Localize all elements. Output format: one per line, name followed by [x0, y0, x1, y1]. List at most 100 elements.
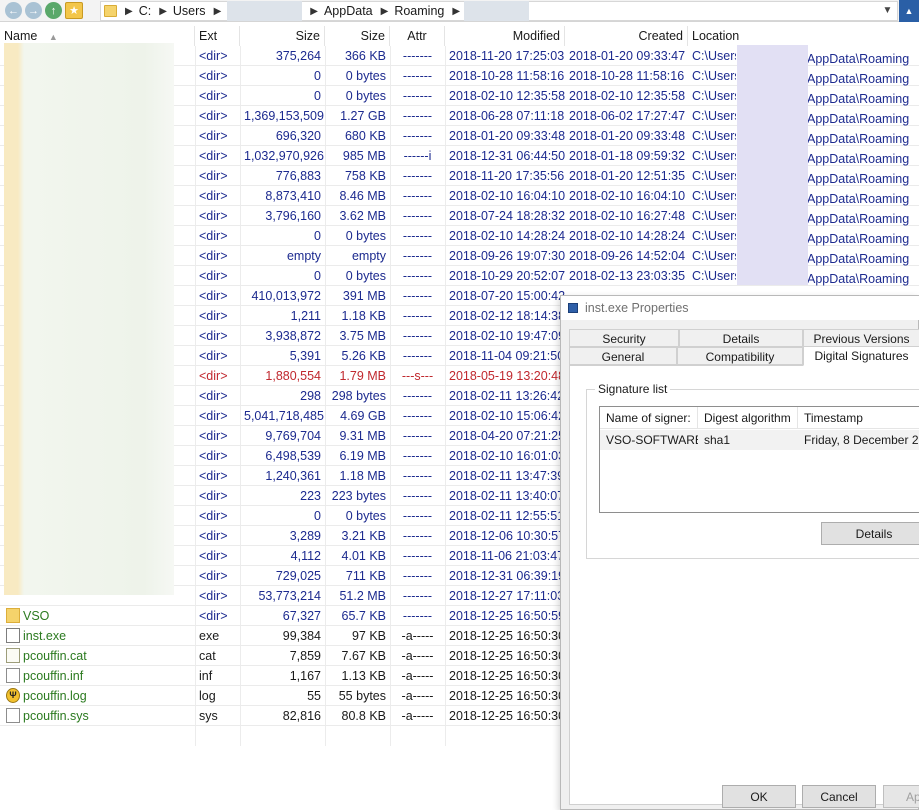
cell-attr: -------: [402, 529, 433, 543]
chevron-right-icon[interactable]: ▶: [125, 6, 133, 17]
cell-size-bytes: 53,773,214: [258, 589, 321, 603]
cell-modified: 2018-11-04 09:21:50: [449, 349, 565, 363]
column-header-size[interactable]: Size: [325, 26, 390, 46]
cell-size: 391 MB: [342, 289, 386, 303]
location-suffix: AppData\Roaming: [807, 72, 910, 86]
inf-file-icon: [6, 668, 20, 683]
cell-size: 3.21 KB: [341, 529, 386, 543]
signature-list[interactable]: Name of signer: Digest algorithm Timesta…: [599, 406, 919, 513]
cell-created: 2018-01-20 12:51:35: [569, 169, 686, 183]
cell-attr: -------: [402, 469, 433, 483]
location-prefix: C:\Users: [692, 69, 736, 83]
signature-row[interactable]: VSO-SOFTWARE sha1 Friday, 8 December 2..…: [600, 430, 919, 450]
cell-size: 4.01 KB: [341, 549, 386, 563]
cell-size-bytes: 82,816: [282, 709, 321, 723]
cell-size: 985 MB: [342, 149, 386, 163]
column-header-timestamp[interactable]: Timestamp: [798, 407, 919, 429]
breadcrumb-roaming[interactable]: Roaming: [394, 4, 444, 18]
cancel-button[interactable]: Cancel: [802, 785, 876, 808]
cell-modified: 2018-02-12 18:14:38: [449, 309, 565, 323]
location-suffix: AppData\Roaming: [807, 212, 910, 226]
favorites-star-icon[interactable]: ★: [65, 2, 83, 19]
cell-created: 2018-02-10 16:27:48: [569, 209, 686, 223]
cell-ext: <dir>: [199, 569, 228, 583]
properties-dialog: inst.exe Properties Security Details Pre…: [560, 295, 919, 810]
cell-size-bytes: 8,873,410: [265, 189, 321, 203]
cell-modified: 2018-12-25 16:50:30: [449, 629, 565, 643]
cell-modified: 2018-01-20 09:33:48: [449, 129, 565, 143]
cell-attr: -------: [402, 489, 433, 503]
history-dropdown-icon[interactable]: ▼: [879, 2, 896, 19]
chevron-right-icon[interactable]: ▶: [159, 6, 167, 17]
tab-digital-signatures[interactable]: Digital Signatures: [803, 346, 919, 366]
cell-created: 2018-01-20 09:33:48: [569, 129, 686, 143]
column-header-size-bytes[interactable]: Size: [240, 26, 325, 46]
cell-size-bytes: 67,327: [282, 609, 321, 623]
tab-compatibility[interactable]: Compatibility: [677, 347, 803, 365]
details-button[interactable]: Details: [821, 522, 919, 545]
file-name-cell[interactable]: VSO: [0, 606, 195, 626]
cell-modified: 2018-09-26 19:07:30: [449, 249, 565, 263]
cell-ext: <dir>: [199, 309, 228, 323]
location-prefix: C:\Users: [692, 209, 736, 223]
cell-ext: <dir>: [199, 509, 228, 523]
column-header-location[interactable]: Location: [688, 26, 919, 46]
file-name: inst.exe: [23, 629, 67, 643]
column-header-signer[interactable]: Name of signer:: [600, 407, 698, 429]
back-arrow-icon[interactable]: ←: [5, 2, 22, 19]
location-prefix: C:\Users: [692, 49, 736, 63]
cell-modified: 2018-02-11 13:47:39: [449, 469, 565, 483]
location-prefix: C:\Users: [692, 269, 736, 283]
cell-modified: 2018-07-20 15:00:42: [449, 289, 565, 303]
tab-details[interactable]: Details: [679, 329, 803, 347]
cell-size: 80.8 KB: [341, 709, 386, 723]
cell-ext: <dir>: [199, 89, 228, 103]
apply-button[interactable]: Ap: [883, 785, 919, 808]
window-icon: [568, 303, 578, 313]
forward-arrow-icon[interactable]: →: [25, 2, 42, 19]
breadcrumb-drive[interactable]: C:: [139, 4, 152, 18]
chevron-right-icon[interactable]: ▶: [381, 6, 389, 17]
cell-modified: 2018-02-11 13:26:42: [449, 389, 565, 403]
up-arrow-icon[interactable]: ↑: [45, 2, 62, 19]
cell-attr: -------: [402, 409, 433, 423]
location-suffix: AppData\Roaming: [807, 172, 910, 186]
dialog-title-bar[interactable]: inst.exe Properties: [561, 296, 919, 320]
chevron-right-icon[interactable]: ▶: [214, 6, 222, 17]
file-name-cell[interactable]: pcouffin.cat: [0, 646, 195, 666]
file-name-cell[interactable]: inst.exe: [0, 626, 195, 646]
column-header-created[interactable]: Created: [565, 26, 688, 46]
column-header-attr[interactable]: Attr: [390, 26, 445, 46]
breadcrumb-appdata[interactable]: AppData: [324, 4, 373, 18]
chevron-right-icon[interactable]: ▶: [452, 6, 460, 17]
location-suffix: AppData\Roaming: [807, 112, 910, 126]
file-name-cell[interactable]: pcouffin.inf: [0, 666, 195, 686]
cell-attr: -------: [402, 189, 433, 203]
cell-created: 2018-01-20 09:33:47: [569, 49, 686, 63]
column-header-ext[interactable]: Ext: [195, 26, 240, 46]
column-header-digest[interactable]: Digest algorithm: [698, 407, 798, 429]
cell-modified: 2018-02-10 19:47:09: [449, 329, 565, 343]
digital-signatures-panel: Signature list Name of signer: Digest al…: [569, 365, 919, 805]
chevron-right-icon[interactable]: ▶: [310, 6, 318, 17]
cell-size-bytes: 410,013,972: [251, 289, 321, 303]
sort-ascending-icon: ▲: [48, 32, 58, 42]
tab-security[interactable]: Security: [569, 329, 679, 347]
scroll-up-icon[interactable]: ▲: [899, 0, 919, 22]
column-header-modified[interactable]: Modified: [445, 26, 565, 46]
tab-general[interactable]: General: [569, 347, 677, 365]
cell-modified: 2018-12-25 16:50:30: [449, 669, 565, 683]
cell-size-bytes: 1,880,554: [265, 369, 321, 383]
cell-modified: 2018-02-11 12:55:51: [449, 509, 565, 523]
file-name-cell[interactable]: Ψpcouffin.log: [0, 686, 195, 706]
cell-modified: 2018-12-27 17:11:03: [449, 589, 565, 603]
cell-ext: <dir>: [199, 69, 228, 83]
file-name-cell[interactable]: pcouffin.sys: [0, 706, 195, 726]
address-field[interactable]: ▶ C: ▶ Users ▶ ▶ AppData ▶ Roaming ▶: [100, 1, 898, 21]
cell-size-bytes: empty: [286, 249, 321, 263]
tab-previous-versions[interactable]: Previous Versions: [803, 329, 919, 347]
location-prefix: C:\Users: [692, 89, 736, 103]
breadcrumb-users[interactable]: Users: [173, 4, 206, 18]
cell-size-bytes: 1,032,970,926: [244, 149, 324, 163]
ok-button[interactable]: OK: [722, 785, 796, 808]
